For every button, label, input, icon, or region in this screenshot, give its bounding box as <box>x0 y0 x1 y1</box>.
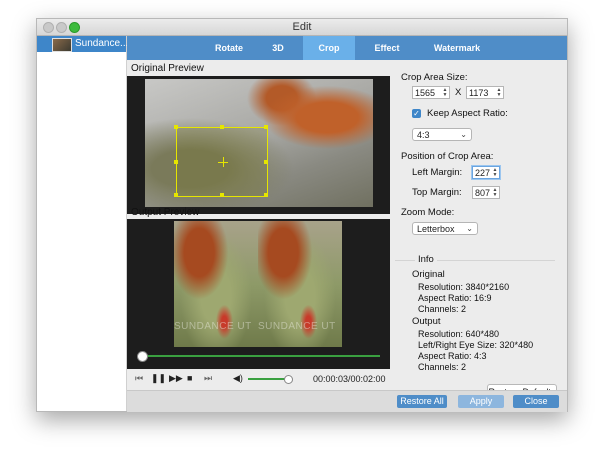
info-output-channels: Channels: 2 <box>418 362 467 372</box>
keep-aspect-checkbox[interactable]: ✓ <box>412 109 421 118</box>
tab-crop[interactable]: Crop <box>303 36 355 60</box>
top-margin-label: Top Margin: <box>412 187 462 198</box>
stepper-icon[interactable]: ▲ ▼ <box>492 188 498 198</box>
original-video-frame <box>145 79 373 207</box>
crop-height-value: 1173 <box>469 88 489 98</box>
sidebar-item-sundance[interactable]: Sundance... <box>37 36 129 52</box>
crop-width-field[interactable]: 1565 ▲ ▼ <box>412 86 450 99</box>
original-preview <box>127 76 390 214</box>
output-preview-label: Output Preview <box>131 207 200 218</box>
zoom-mode-label: Zoom Mode: <box>401 207 455 218</box>
sidebar-item-label: Sundance... <box>75 38 129 49</box>
crop-handle-top-right[interactable] <box>264 125 268 129</box>
info-original-resolution: Resolution: 3840*2160 <box>418 282 510 292</box>
volume-knob[interactable] <box>284 375 293 384</box>
video-thumbnail <box>52 38 72 52</box>
left-margin-label: Left Margin: <box>412 167 463 178</box>
tab-rotate[interactable]: Rotate <box>205 36 253 60</box>
info-output-eye-size: Left/Right Eye Size: 320*480 <box>418 340 534 350</box>
player-controls: ⏮ ❚❚ ▶▶ ■ ⏭ ◀) 00:00:03/00:02:00 <box>127 369 390 389</box>
left-margin-field[interactable]: 227 ▲ ▼ <box>472 166 500 179</box>
fast-forward-icon[interactable]: ▶▶ <box>169 373 183 384</box>
title-bar: Edit <box>37 19 567 36</box>
crop-handle-bottom-left[interactable] <box>174 193 178 197</box>
watermark-text: SUNDANCE UT <box>174 321 252 332</box>
crop-height-field[interactable]: 1173 ▲ ▼ <box>466 86 504 99</box>
output-preview: SUNDANCE UT SUNDANCE UT <box>127 219 390 369</box>
crop-handle-bottom[interactable] <box>220 193 224 197</box>
apply-button[interactable]: Apply <box>458 395 504 408</box>
crop-position-label: Position of Crop Area: <box>401 151 494 162</box>
watermark-text: SUNDANCE UT <box>258 321 336 332</box>
crop-width-value: 1565 <box>415 88 436 98</box>
info-original-channels: Channels: 2 <box>418 304 467 314</box>
pause-icon[interactable]: ❚❚ <box>151 373 166 384</box>
crop-handle-top[interactable] <box>220 125 224 129</box>
crop-settings-panel: Crop Area Size: 1565 ▲ ▼ X 1173 ▲ ▼ ✓ Keep… <box>390 60 567 398</box>
skip-forward-icon[interactable]: ⏭ <box>204 373 212 384</box>
crop-handle-bottom-right[interactable] <box>264 193 268 197</box>
zoom-mode-value: Letterbox <box>417 224 455 234</box>
stepper-icon[interactable]: ▲ ▼ <box>492 168 498 178</box>
tab-3d[interactable]: 3D <box>257 36 299 60</box>
playback-progress-knob[interactable] <box>137 351 148 362</box>
chevron-down-icon: ⌄ <box>460 130 467 139</box>
restore-all-button[interactable]: Restore All <box>397 395 447 408</box>
crop-handle-left[interactable] <box>174 160 178 164</box>
file-sidebar: Sundance... <box>37 36 129 411</box>
original-preview-label: Original Preview <box>131 63 204 74</box>
info-output-aspect: Aspect Ratio: 4:3 <box>418 351 487 361</box>
info-output-title: Output <box>412 316 441 327</box>
crop-handle-top-left[interactable] <box>174 125 178 129</box>
aspect-ratio-value: 4:3 <box>417 130 430 140</box>
x-separator: X <box>455 87 462 98</box>
crop-area-size-label: Crop Area Size: <box>401 72 468 83</box>
info-original-title: Original <box>412 269 445 280</box>
window-title: Edit <box>292 21 312 33</box>
edit-window: Edit Sundance... Rotate 3D Crop Effect W… <box>36 18 568 412</box>
crop-area-box[interactable] <box>174 125 268 197</box>
stepper-icon[interactable]: ▲ ▼ <box>496 88 502 98</box>
left-margin-value: 227 <box>475 168 491 178</box>
crop-handle-right[interactable] <box>264 160 268 164</box>
info-output-resolution: Resolution: 640*480 <box>418 329 500 339</box>
tab-effect[interactable]: Effect <box>359 36 415 60</box>
output-right-eye-frame: SUNDANCE UT <box>258 221 342 347</box>
zoom-mode-select[interactable]: Letterbox ⌄ <box>412 222 478 235</box>
crop-center-crosshair-icon <box>223 157 224 167</box>
chevron-down-icon: ⌄ <box>466 224 473 233</box>
info-original-aspect: Aspect Ratio: 16:9 <box>418 293 492 303</box>
skip-back-icon[interactable]: ⏮ <box>135 373 143 384</box>
output-left-eye-frame: SUNDANCE UT <box>174 221 258 347</box>
timecode: 00:00:03/00:02:00 <box>313 374 386 384</box>
tab-watermark[interactable]: Watermark <box>419 36 495 60</box>
info-title: Info <box>415 254 437 265</box>
aspect-ratio-select[interactable]: 4:3 ⌄ <box>412 128 472 141</box>
volume-slider[interactable] <box>248 378 288 380</box>
volume-icon[interactable]: ◀) <box>233 373 243 384</box>
top-margin-field[interactable]: 807 ▲ ▼ <box>472 186 500 199</box>
close-button[interactable]: Close <box>513 395 559 408</box>
top-margin-value: 807 <box>475 188 491 198</box>
keep-aspect-label: Keep Aspect Ratio: <box>427 108 508 119</box>
stepper-icon[interactable]: ▲ ▼ <box>442 88 448 98</box>
playback-progress-bar[interactable] <box>140 355 380 357</box>
stop-icon[interactable]: ■ <box>187 373 192 383</box>
edit-tabs: Rotate 3D Crop Effect Watermark <box>127 36 567 60</box>
bottom-action-bar: Restore All Apply Close <box>127 390 567 412</box>
